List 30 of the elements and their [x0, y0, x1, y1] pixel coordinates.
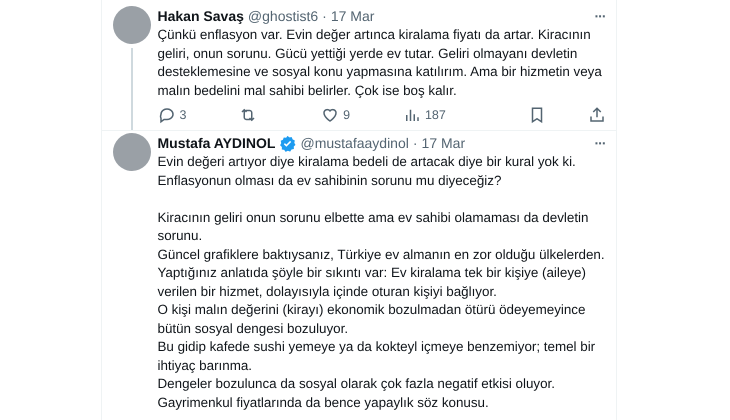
share-button[interactable]	[588, 106, 606, 124]
user-name[interactable]: Mustafa AYDINOL	[158, 135, 276, 151]
tweet-text: Yaptığınız anlatıda şöyle bir sıkıntı var: Ev kiralama tek bir kişiye (aileye) verilen bir hizmet, dolayısıyla içinde oturan kişiyi bağlıyor.	[158, 264, 587, 301]
user-handle[interactable]: @ghostist6	[248, 8, 318, 24]
user-name[interactable]: Hakan Savaş	[158, 8, 244, 24]
tweet-text: Kiracının geliri onun sorunu elbette ama ev sahibi olamaması da devletin sorunu.	[158, 208, 590, 245]
tweet-text: Gayrimenkul fiyatlarında da bence yapaylık söz konusu.	[158, 394, 490, 412]
avatar-photo-placeholder[interactable]	[112, 6, 150, 44]
tweet-text: O kişi malın değerini (kirayı) ekonomik bozulmadan ötürü ödeyemeyince bütün sosyal dengesi bozuluyor.	[158, 301, 586, 338]
tweet-text: Çünkü enflasyon var. Evin değer artınca kiralama fiyatı da artar. Kiracının geliri, onun sorunu. Gücü yettiği yerde ev tutar. Geliri olmayanı devletin desteklemesine ve sosyal konu yapmasına katılırım. Ama bir hizmetin veya malın bedelini mal sahibi belirler. Çok ise boş kalır.	[158, 26, 603, 100]
tweet-text: Enflasyonun olması da ev sahibinin sorunu mu diyeceğiz?	[158, 172, 502, 190]
tweet-text: Evin değeri artıyor diye kiralama bedeli de artacak diye bir kural yok ki.	[158, 153, 577, 171]
views-button[interactable]: 187	[402, 106, 446, 124]
more-options-button[interactable]: ···	[594, 135, 606, 151]
tweet-text: Bu gidip kafede sushi yemeye ya da kokteyl içmeye benzemiyor; temel bir ihtiyaç barınma.	[158, 338, 596, 375]
tweet-text: Dengeler bozulunca da sosyal olarak çok fazla negatif etkisi oluyor.	[158, 375, 556, 393]
separator-dot: ·	[412, 135, 418, 151]
like-button[interactable]: 9	[321, 106, 362, 124]
tweet-date[interactable]: 17 Mar	[422, 135, 466, 151]
separator-dot: ·	[322, 8, 327, 24]
user-handle[interactable]: @mustafaaydinol	[300, 135, 409, 151]
reply-button[interactable]: 3	[158, 106, 198, 124]
repost-arrows-icon	[239, 106, 258, 124]
speech-bubble-icon	[158, 106, 176, 124]
share-icon	[588, 106, 606, 124]
heart-icon	[321, 106, 340, 124]
more-options-button[interactable]: ···	[594, 8, 606, 24]
tweet-date[interactable]: 17 Mar	[330, 8, 374, 24]
tweet-text: Güncel grafiklere baktıysanız, Türkiye ev almanın en zor olduğu ülkelerden.	[158, 246, 606, 264]
avatar-photo-placeholder[interactable]	[112, 133, 150, 171]
